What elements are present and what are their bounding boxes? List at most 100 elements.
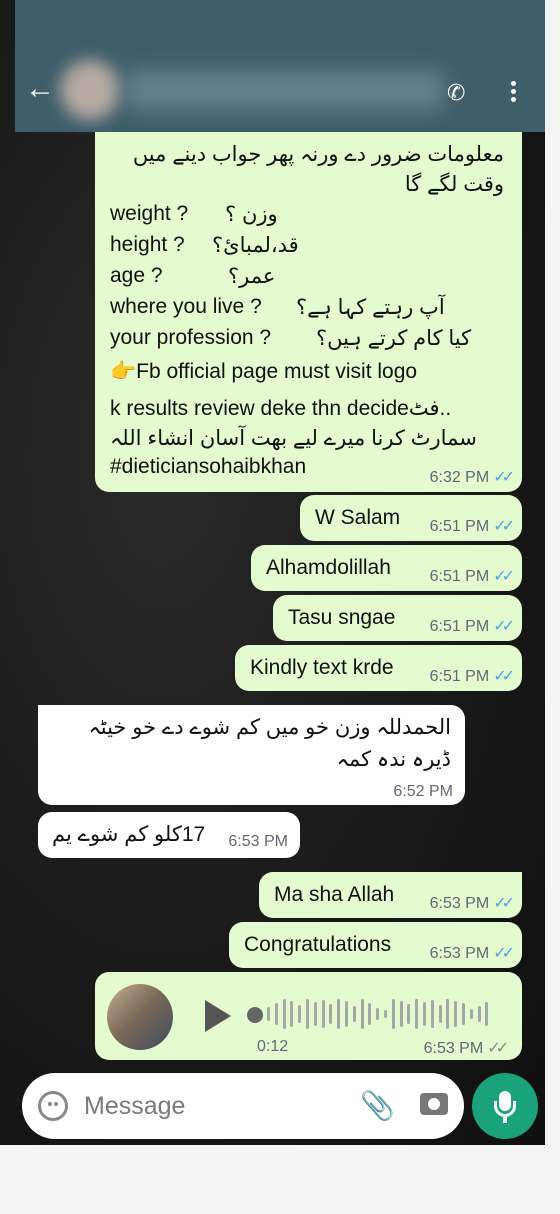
read-ticks-icon: ✓✓: [493, 668, 515, 685]
arrow-left-icon[interactable]: ←: [25, 74, 55, 104]
message-time: 6:53 PM: [429, 945, 490, 962]
message-line: معلومات ضرور دے ورنہ پھر جواب دینے میں: [132, 143, 504, 166]
waveform-bar: [391, 999, 395, 1029]
waveform-bar: [477, 1006, 481, 1022]
camera-icon[interactable]: [420, 1093, 448, 1115]
contact-avatar[interactable]: [60, 60, 120, 120]
message-time: 6:51 PM: [429, 518, 490, 535]
message-line: قد،لمبائ؟: [212, 234, 299, 257]
delivered-ticks-icon: ✓✓: [487, 1040, 509, 1057]
message-bubble-outgoing[interactable]: Ma sha Allah 6:53 PM ✓✓: [259, 872, 522, 918]
message-meta: 6:53 PM ✓✓: [429, 893, 515, 913]
message-line: آپ رہتے کہا ہے؟: [296, 296, 445, 319]
message-line: k results review deke thn decideفٹ..: [110, 397, 452, 420]
waveform-bar: [274, 1003, 278, 1025]
message-time: 6:52 PM: [393, 783, 453, 800]
waveform-bar: [423, 1002, 426, 1026]
waveform-bar: [384, 1010, 387, 1018]
waveform-bar: [376, 1008, 380, 1020]
play-icon[interactable]: [205, 1000, 231, 1032]
message-text: W Salam: [315, 506, 401, 529]
read-ticks-icon: ✓✓: [493, 945, 515, 962]
message-bubble-outgoing[interactable]: Alhamdolillah 6:51 PM ✓✓: [251, 545, 522, 591]
waveform-bar: [438, 1005, 442, 1023]
message-time: 6:51 PM: [429, 618, 490, 635]
message-bubble-outgoing[interactable]: معلومات ضرور دے ورنہ پھر جواب دینے میں و…: [95, 132, 522, 492]
message-line: سمارٹ کرنا میرے لیے بھت آسان انشاء اللہ: [110, 427, 477, 450]
message-text: Tasu sngae: [288, 606, 396, 629]
message-line: weight ?: [110, 202, 189, 225]
message-line: وقت لگے گا: [404, 173, 504, 196]
message-bubble-outgoing[interactable]: Congratulations 6:53 PM ✓✓: [229, 922, 522, 968]
message-line: عمر؟: [228, 265, 276, 288]
message-time: 6:51 PM: [429, 668, 490, 685]
read-ticks-icon: ✓✓: [493, 618, 515, 635]
waveform-bar: [462, 1003, 465, 1025]
contact-name[interactable]: [125, 70, 445, 110]
sender-avatar: [107, 984, 173, 1050]
read-ticks-icon: ✓✓: [493, 469, 515, 486]
waveform-bar: [407, 1004, 411, 1024]
message-line: where you live ?: [110, 295, 262, 318]
message-line: ڈیرہ ندہ کمہ: [336, 748, 451, 771]
read-ticks-icon: ✓✓: [493, 568, 515, 585]
message-line: age ?: [110, 264, 163, 287]
waveform-bar: [469, 1009, 473, 1019]
message-text: Ma sha Allah: [274, 883, 395, 906]
message-line: 👉Fb official page must visit logo: [110, 360, 418, 383]
waveform-bar: [430, 1000, 434, 1028]
waveform-bar: [454, 1001, 458, 1027]
waveform-bar: [415, 999, 419, 1029]
waveform-bar: [321, 1000, 325, 1028]
message-line: وزن ؟: [225, 203, 278, 226]
message-time: 6:51 PM: [429, 568, 490, 585]
waveform-bar: [345, 1001, 348, 1027]
message-time: 6:53 PM: [429, 895, 490, 912]
mic-button[interactable]: [472, 1073, 538, 1139]
message-text: 17کلو کم شوے یم: [52, 823, 206, 846]
message-text: Congratulations: [244, 933, 392, 956]
message-line: height ?: [110, 233, 185, 256]
chat-screen: ← ✆ معلومات ضرور دے ورنہ پھر جواب دینے م…: [0, 0, 545, 1145]
message-meta: 6:51 PM ✓✓: [429, 516, 515, 536]
message-meta: 6:51 PM ✓✓: [429, 566, 515, 586]
message-line: الحمدللہ وزن خو میں کم شوے دے خو خیٹہ: [88, 716, 451, 739]
message-bubble-outgoing[interactable]: Kindly text krde 6:51 PM ✓✓: [235, 645, 522, 691]
message-time: 6:32 PM: [429, 469, 490, 486]
message-meta: 6:53 PM ✓✓: [429, 943, 515, 963]
voice-waveform[interactable]: [267, 994, 497, 1034]
waveform-bar: [360, 999, 364, 1029]
waveform-bar: [337, 999, 341, 1029]
waveform-bar: [306, 999, 309, 1029]
message-input[interactable]: Message: [84, 1092, 185, 1121]
waveform-bar: [485, 1002, 489, 1026]
message-meta: 6:53 PM ✓✓: [423, 1038, 509, 1058]
message-bubble-incoming[interactable]: 17کلو کم شوے یم 6:53 PM: [38, 812, 300, 858]
message-text: Kindly text krde: [250, 656, 394, 679]
message-bubble-incoming[interactable]: الحمدللہ وزن خو میں کم شوے دے خو خیٹہ ڈی…: [38, 705, 465, 805]
voice-duration: 0:12: [257, 1038, 289, 1055]
message-bubble-outgoing[interactable]: W Salam 6:51 PM ✓✓: [300, 495, 522, 541]
waveform-bar: [313, 1002, 317, 1026]
message-time: 6:53 PM: [228, 833, 288, 850]
message-meta: 6:51 PM ✓✓: [429, 616, 515, 636]
emoji-icon[interactable]: [38, 1091, 68, 1121]
message-time: 6:53 PM: [423, 1040, 484, 1057]
more-vert-icon[interactable]: [505, 78, 521, 108]
message-composer[interactable]: Message 📎: [22, 1073, 464, 1139]
paperclip-icon[interactable]: 📎: [360, 1089, 395, 1121]
waveform-bar: [298, 1005, 302, 1023]
waveform-bar: [282, 999, 286, 1029]
phone-icon[interactable]: ✆: [447, 80, 467, 105]
voice-message-bubble[interactable]: 0:12 6:53 PM ✓✓: [95, 972, 522, 1060]
message-text: Alhamdolillah: [266, 556, 391, 579]
message-line: #dieticiansohaibkhan: [110, 455, 307, 478]
read-ticks-icon: ✓✓: [493, 518, 515, 535]
message-line: کیا کام کرتے ہیں؟: [316, 327, 472, 350]
message-bubble-outgoing[interactable]: Tasu sngae 6:51 PM ✓✓: [273, 595, 522, 641]
message-meta: 6:51 PM ✓✓: [429, 666, 515, 686]
seek-handle[interactable]: [247, 1007, 263, 1023]
message-line: your profession ?: [110, 326, 272, 349]
chat-header: ← ✆: [15, 0, 545, 132]
waveform-bar: [329, 1004, 333, 1024]
